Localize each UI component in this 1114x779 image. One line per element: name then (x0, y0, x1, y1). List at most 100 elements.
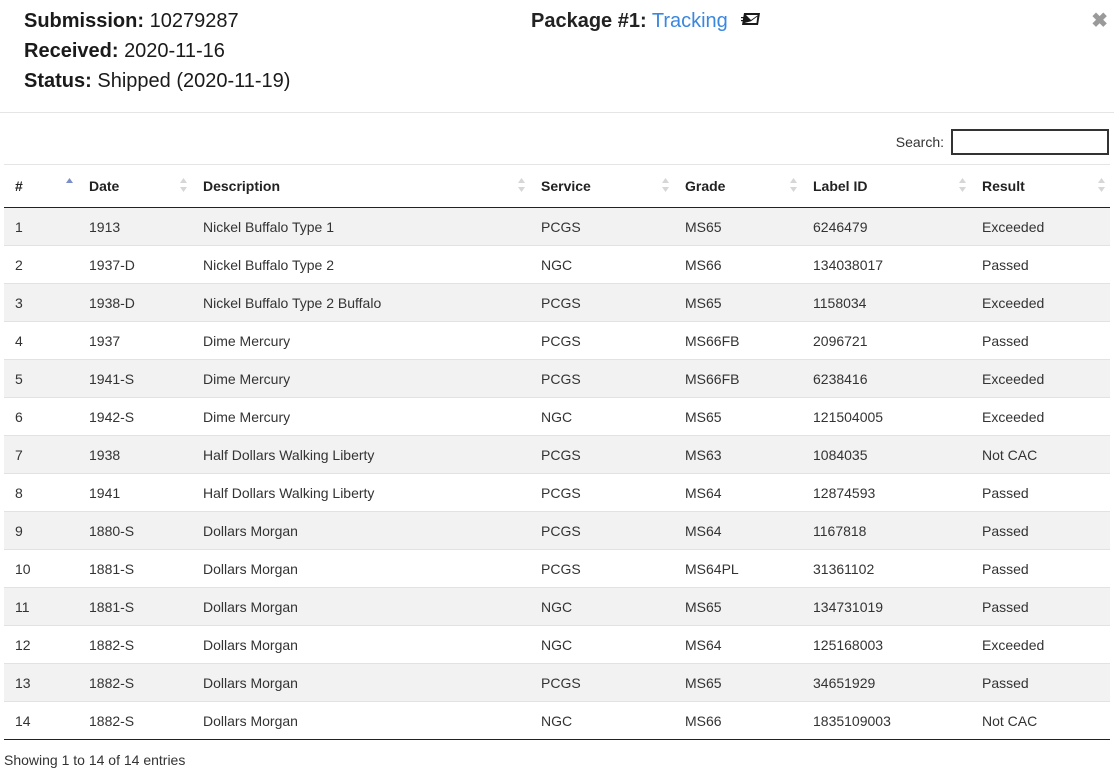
table-body: 1 1913 Nickel Buffalo Type 1 PCGS MS65 624647… (4, 207, 1110, 740)
table-row: 10 1881-S Dollars Morgan PCGS MS64PL 31361102… (4, 549, 1110, 588)
cell-number: 3 (4, 283, 78, 322)
cell-grade: MS65 (685, 218, 722, 235)
cell-service: PCGS (530, 359, 674, 398)
cell-grade: MS65 (674, 397, 802, 436)
cell-date: 1937-D (78, 245, 192, 284)
submission-header: Submission: 10279287 Received: 2020-11-1… (0, 0, 1114, 113)
column-header-label: Label ID (813, 178, 868, 194)
column-header-date[interactable]: Date (78, 164, 192, 208)
cell-label-id: 121504005 (802, 397, 971, 436)
cell-date: 1941-S (78, 359, 192, 398)
cell-result: Exceeded (971, 625, 1110, 664)
cell-grade: MS66 (674, 245, 802, 284)
cell-result: Passed (971, 587, 1110, 626)
cell-label-id: 125168003 (802, 625, 971, 664)
table-row: 6 1942-S Dime Mercury NGC MS65 121504005 Excee… (4, 397, 1110, 436)
cell-description: Dollars Morgan (192, 511, 530, 550)
cell-date: 1882-S (78, 625, 192, 664)
cell-result: Passed (971, 511, 1110, 550)
cell-number: 8 (4, 473, 78, 512)
cell-description: Dollars Morgan (192, 701, 530, 740)
cell-description: Dime Mercury (192, 321, 530, 360)
cell-grade: MS63 (674, 435, 802, 474)
cell-result: Exceeded (982, 218, 1045, 235)
cell-date: 1913 (89, 218, 121, 235)
package-line: Package #1: Tracking (531, 9, 761, 33)
cell-result: Passed (971, 321, 1110, 360)
cell-service: PCGS (530, 283, 674, 322)
usps-mail-icon (741, 8, 761, 32)
table-row: 4 1937 Dime Mercury PCGS MS66FB 2096721 Passed (4, 321, 1110, 360)
cell-date: 1882-S (78, 701, 192, 740)
column-header-description[interactable]: Description (192, 164, 530, 208)
cell-number: 11 (4, 587, 78, 626)
cell-grade: MS66 (674, 701, 802, 740)
column-header-result[interactable]: Result (971, 164, 1110, 208)
cell-date: 1880-S (78, 511, 192, 550)
column-header-number[interactable]: # (4, 164, 78, 208)
cell-result: Passed (971, 663, 1110, 702)
cell-service: PCGS (541, 218, 581, 235)
cell-number: 9 (4, 511, 78, 550)
cell-label-id: 12874593 (802, 473, 971, 512)
table-row: 8 1941 Half Dollars Walking Liberty PCGS MS6… (4, 473, 1110, 512)
tracking-link[interactable]: Tracking (652, 10, 728, 32)
cell-service: PCGS (530, 321, 674, 360)
cell-result: Exceeded (971, 359, 1110, 398)
search-input[interactable] (951, 129, 1109, 155)
cell-date: 1937 (78, 321, 192, 360)
cell-date: 1938-D (78, 283, 192, 322)
cell-grade: MS65 (674, 587, 802, 626)
cell-description: Dollars Morgan (192, 587, 530, 626)
cell-result: Not CAC (971, 435, 1110, 474)
submission-label: Submission: (24, 10, 145, 32)
status-line: Status: Shipped (2020-11-19) (24, 69, 290, 93)
cell-date: 1942-S (78, 397, 192, 436)
cell-description: Dollars Morgan (192, 663, 530, 702)
cell-result: Passed (971, 549, 1110, 588)
cell-number: 10 (4, 549, 78, 588)
cell-result: Passed (971, 473, 1110, 512)
column-header-grade[interactable]: Grade (674, 164, 802, 208)
cell-description: Dollars Morgan (192, 625, 530, 664)
table-row: 2 1937-D Nickel Buffalo Type 2 NGC MS66 13403… (4, 245, 1110, 284)
cell-number: 2 (4, 245, 78, 284)
cell-label-id: 2096721 (802, 321, 971, 360)
cell-label-id: 134038017 (802, 245, 971, 284)
column-header-label: Service (541, 178, 591, 194)
search-label: Search: (895, 134, 944, 150)
column-header-service[interactable]: Service (530, 164, 674, 208)
table-row: 14 1882-S Dollars Morgan NGC MS66 1835109003 N… (4, 701, 1110, 740)
table-info: Showing 1 to 14 of 14 entries (4, 752, 186, 768)
cell-grade: MS64 (674, 473, 802, 512)
cell-description: Dime Mercury (192, 397, 530, 436)
cell-label-id: 6238416 (802, 359, 971, 398)
sort-both-icon (959, 178, 966, 192)
cell-number: 1 (15, 218, 23, 235)
cell-result: Exceeded (971, 397, 1110, 436)
sort-both-icon (180, 178, 187, 192)
cell-service: NGC (530, 245, 674, 284)
cell-number: 14 (4, 701, 78, 740)
sort-both-icon (662, 178, 669, 192)
cell-service: PCGS (530, 435, 674, 474)
column-header-label: Date (89, 178, 120, 194)
table-row: 1 1913 Nickel Buffalo Type 1 PCGS MS65 624647… (4, 207, 1110, 246)
cell-service: NGC (530, 701, 674, 740)
cell-number: 12 (4, 625, 78, 664)
search-box: Search: (896, 129, 1109, 155)
cell-date: 1941 (78, 473, 192, 512)
column-header-label-id[interactable]: Label ID (802, 164, 971, 208)
cell-grade: MS65 (674, 283, 802, 322)
close-icon[interactable]: ✖ (1091, 8, 1108, 33)
cell-label-id: 1158034 (802, 283, 971, 322)
column-header-label: # (15, 178, 23, 194)
table-row: 5 1941-S Dime Mercury PCGS MS66FB 6238416 Exce… (4, 359, 1110, 398)
cell-service: PCGS (530, 473, 674, 512)
cell-number: 5 (4, 359, 78, 398)
cell-description: Nickel Buffalo Type 2 Buffalo (192, 283, 530, 322)
cell-date: 1881-S (78, 549, 192, 588)
table-row: 12 1882-S Dollars Morgan NGC MS64 125168003 Ex… (4, 625, 1110, 664)
package-label: Package #1: (531, 10, 647, 32)
cell-result: Exceeded (971, 283, 1110, 322)
